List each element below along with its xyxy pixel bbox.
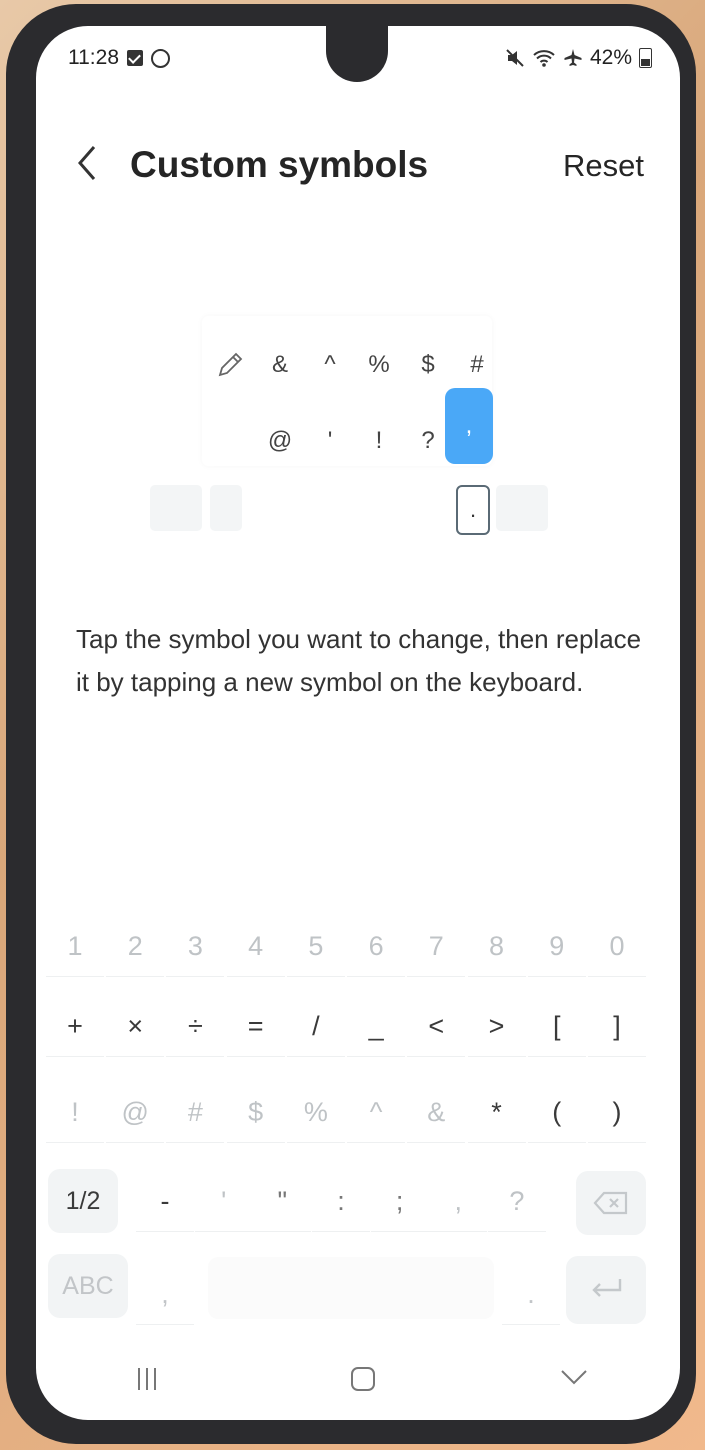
preview-key-comma-selected[interactable]: , bbox=[445, 388, 493, 464]
key-left-paren[interactable]: ( bbox=[527, 1082, 586, 1143]
page-title: Custom symbols bbox=[130, 144, 429, 185]
key-left-bracket[interactable]: [ bbox=[527, 996, 586, 1057]
keyboard-row-placeholder-key bbox=[210, 485, 242, 531]
battery-icon bbox=[639, 48, 652, 68]
preview-key-caret[interactable]: ^ bbox=[308, 340, 352, 390]
hide-keyboard-button[interactable] bbox=[560, 1369, 588, 1390]
key-7[interactable]: 7 bbox=[407, 916, 466, 977]
key-hyphen[interactable]: - bbox=[136, 1171, 194, 1232]
enter-key[interactable] bbox=[566, 1256, 646, 1324]
key-right-bracket[interactable]: ] bbox=[587, 996, 646, 1057]
mute-icon bbox=[506, 49, 524, 67]
key-ampersand[interactable]: & bbox=[407, 1082, 466, 1143]
symbol-preview-panel: & ^ % $ # @ ' ! ? , bbox=[202, 316, 493, 466]
key-semicolon[interactable]: ; bbox=[370, 1171, 429, 1232]
recent-apps-button[interactable] bbox=[128, 1358, 166, 1400]
comma-key[interactable]: , bbox=[136, 1264, 194, 1325]
key-equals[interactable]: = bbox=[226, 996, 285, 1057]
key-9[interactable]: 9 bbox=[527, 916, 586, 977]
key-question[interactable]: ? bbox=[487, 1171, 546, 1232]
key-dollar[interactable]: $ bbox=[226, 1082, 285, 1143]
status-bar-right: 42% bbox=[505, 46, 652, 70]
key-greater-than[interactable]: > bbox=[467, 996, 526, 1057]
key-5[interactable]: 5 bbox=[286, 916, 345, 977]
preview-key-apostrophe[interactable]: ' bbox=[308, 416, 352, 466]
preview-key-hash[interactable]: # bbox=[455, 340, 499, 390]
phone-frame: 11:28 42% Custom symbols Reset & ^ % $ #… bbox=[6, 4, 696, 1444]
enter-icon bbox=[592, 1279, 622, 1297]
key-multiply[interactable]: × bbox=[106, 996, 165, 1057]
backspace-key[interactable] bbox=[576, 1171, 646, 1235]
airplane-mode-icon bbox=[564, 49, 582, 66]
key-right-paren[interactable]: ) bbox=[587, 1082, 646, 1143]
preview-key-at[interactable]: @ bbox=[258, 416, 302, 466]
keyboard-row-placeholder-key bbox=[150, 485, 202, 531]
key-4[interactable]: 4 bbox=[226, 916, 285, 977]
reset-button[interactable]: Reset bbox=[563, 148, 644, 184]
preview-key-exclamation[interactable]: ! bbox=[357, 416, 401, 466]
key-caret[interactable]: ^ bbox=[347, 1082, 406, 1143]
key-exclamation[interactable]: ! bbox=[46, 1082, 104, 1143]
key-double-quote[interactable]: " bbox=[253, 1171, 312, 1232]
key-asterisk[interactable]: * bbox=[467, 1082, 526, 1143]
key-slash[interactable]: / bbox=[286, 996, 345, 1057]
pencil-icon bbox=[218, 352, 243, 377]
instructions-text: Tap the symbol you want to change, then … bbox=[76, 624, 642, 697]
navigation-bar bbox=[36, 1354, 680, 1404]
preview-key-ampersand[interactable]: & bbox=[258, 340, 302, 390]
page-toggle-key[interactable]: 1/2 bbox=[48, 1169, 118, 1233]
key-percent[interactable]: % bbox=[286, 1082, 345, 1143]
preview-key-dollar[interactable]: $ bbox=[406, 340, 450, 390]
battery-percent: 42% bbox=[589, 46, 632, 69]
key-at[interactable]: @ bbox=[106, 1082, 165, 1143]
key-underscore[interactable]: _ bbox=[347, 996, 406, 1057]
back-button[interactable] bbox=[64, 138, 110, 188]
keyboard-symbol-row-1: + × ÷ = / _ < > [ ] bbox=[46, 996, 646, 1057]
keyboard-symbol-row-2: ! @ # $ % ^ & * ( ) bbox=[46, 1082, 646, 1143]
recent-apps-icon bbox=[138, 1368, 141, 1390]
edit-pencil-key[interactable] bbox=[208, 340, 252, 390]
space-bar[interactable] bbox=[208, 1257, 494, 1319]
key-hash[interactable]: # bbox=[166, 1082, 225, 1143]
key-3[interactable]: 3 bbox=[166, 916, 225, 977]
screen: 11:28 42% Custom symbols Reset & ^ % $ #… bbox=[36, 26, 680, 1420]
key-apostrophe[interactable]: ' bbox=[194, 1171, 253, 1232]
status-bar-left: 11:28 bbox=[68, 46, 170, 70]
key-plus[interactable]: + bbox=[46, 996, 104, 1057]
key-0[interactable]: 0 bbox=[587, 916, 646, 977]
key-6[interactable]: 6 bbox=[347, 916, 406, 977]
key-less-than[interactable]: < bbox=[407, 996, 466, 1057]
wifi-icon bbox=[533, 50, 555, 67]
preview-key-percent[interactable]: % bbox=[357, 340, 401, 390]
status-time: 11:28 bbox=[68, 46, 119, 69]
key-2[interactable]: 2 bbox=[106, 916, 165, 977]
camera-notch bbox=[326, 26, 388, 82]
key-divide[interactable]: ÷ bbox=[166, 996, 225, 1057]
keyboard-row-placeholder-key bbox=[496, 485, 548, 531]
period-key-highlighted[interactable]: . bbox=[456, 485, 490, 535]
key-colon[interactable]: : bbox=[311, 1171, 370, 1232]
backspace-icon bbox=[593, 1191, 628, 1215]
chevron-left-icon bbox=[78, 146, 96, 180]
sync-notification-icon bbox=[151, 48, 170, 68]
keyboard-number-row: 1 2 3 4 5 6 7 8 9 0 bbox=[46, 916, 646, 977]
checkbox-notification-icon bbox=[127, 50, 143, 66]
abc-key[interactable]: ABC bbox=[48, 1254, 128, 1318]
chevron-down-icon bbox=[560, 1369, 587, 1384]
preview-key-question[interactable]: ? bbox=[406, 416, 450, 466]
key-8[interactable]: 8 bbox=[467, 916, 526, 977]
keyboard-symbol-row-3: - ' " : ; , ? bbox=[136, 1171, 546, 1232]
home-button[interactable] bbox=[350, 1367, 375, 1391]
key-1[interactable]: 1 bbox=[46, 916, 104, 977]
period-key[interactable]: . bbox=[502, 1264, 560, 1325]
key-comma-alt[interactable]: , bbox=[429, 1171, 488, 1232]
